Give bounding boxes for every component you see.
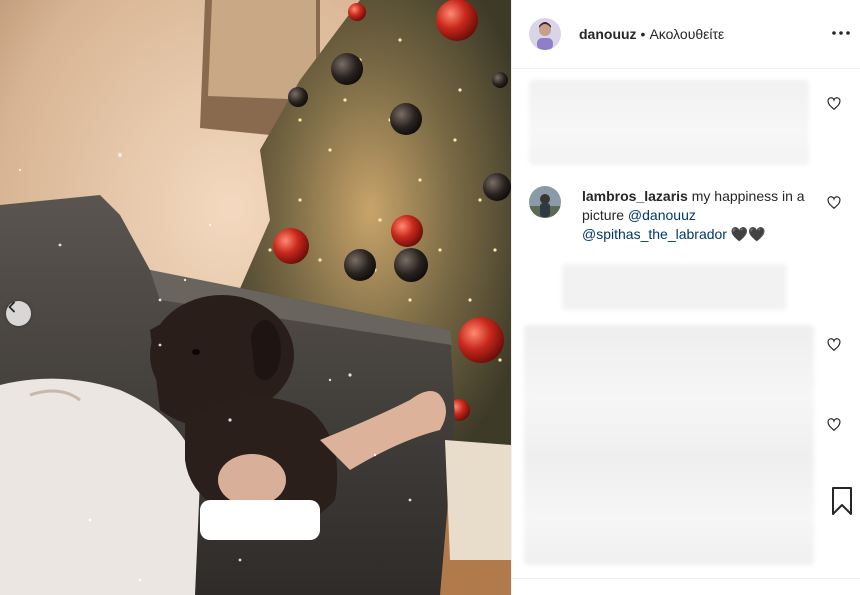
header-separator: • xyxy=(640,26,646,42)
heart-outline-icon[interactable] xyxy=(827,196,841,210)
commenter-avatar-image xyxy=(529,186,561,218)
blurred-comments xyxy=(524,325,814,565)
follow-status[interactable]: Ακολουθείτε xyxy=(649,26,724,42)
header-text: danouuz • Ακολουθείτε xyxy=(579,26,724,42)
comment-text: lambros_lazaris my happiness in a pictur… xyxy=(582,187,822,244)
chevron-left-icon xyxy=(8,301,15,313)
heart-outline-icon[interactable] xyxy=(827,338,841,352)
blurred-comment-meta xyxy=(562,264,787,310)
more-options-button[interactable] xyxy=(830,22,852,44)
post-photo[interactable] xyxy=(0,0,511,595)
heart-outline-icon[interactable] xyxy=(827,97,841,111)
panel-divider xyxy=(512,578,860,579)
post-side-panel: danouuz • Ακολουθείτε lambros_lazaris my… xyxy=(511,0,860,595)
blurred-caption xyxy=(529,80,809,165)
commenter-avatar[interactable] xyxy=(529,186,561,218)
comment-emoji: 🖤🖤 xyxy=(730,226,766,242)
heart-outline-icon[interactable] xyxy=(827,418,841,432)
more-horizontal-icon xyxy=(832,31,850,35)
author-avatar[interactable] xyxy=(529,18,561,50)
comment-mention-1[interactable]: @danouuz xyxy=(628,207,696,223)
post-header: danouuz • Ακολουθείτε xyxy=(512,0,860,69)
comment-mention-2[interactable]: @spithas_the_labrador xyxy=(582,226,727,242)
carousel-prev-button[interactable] xyxy=(6,301,31,326)
bookmark-icon[interactable] xyxy=(830,486,854,516)
photo-illustration xyxy=(0,0,511,595)
comment-username[interactable]: lambros_lazaris xyxy=(582,188,688,204)
instagram-post: danouuz • Ακολουθείτε lambros_lazaris my… xyxy=(0,0,860,595)
author-avatar-image xyxy=(529,18,561,50)
author-username[interactable]: danouuz xyxy=(579,26,637,42)
